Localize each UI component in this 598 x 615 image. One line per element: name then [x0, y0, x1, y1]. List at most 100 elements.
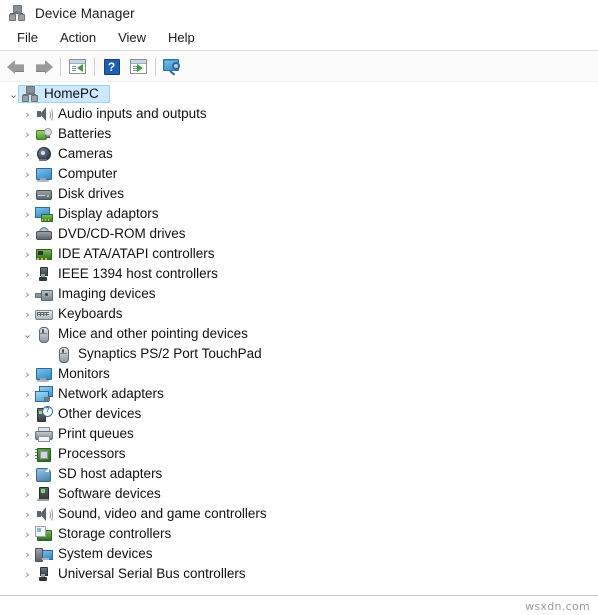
firewire-plug-icon — [35, 266, 51, 282]
device-tree[interactable]: ⌄ HomePC › Audio inputs and outputs › Ba… — [0, 82, 598, 595]
tree-node-label: Imaging devices — [58, 286, 156, 301]
mouse-icon — [35, 326, 51, 343]
tree-node-label: SD host adapters — [58, 466, 163, 481]
tree-node-label: Storage controllers — [58, 526, 172, 541]
chevron-right-icon[interactable]: › — [20, 209, 35, 220]
chevron-right-icon[interactable]: › — [20, 509, 35, 520]
show-hide-console-tree-button[interactable] — [64, 54, 91, 79]
scan-monitor-icon — [162, 58, 183, 76]
tree-node-label: Batteries — [58, 126, 112, 141]
tree-node-monitors[interactable]: › Monitors — [0, 364, 598, 384]
menu-view[interactable]: View — [107, 28, 157, 48]
monitor-icon — [35, 366, 52, 382]
tree-node-ide-ata-atapi-controllers[interactable]: › IDE ATA/ATAPI controllers — [0, 244, 598, 264]
storage-controller-icon — [35, 526, 52, 542]
chevron-right-icon[interactable]: › — [20, 149, 35, 160]
tree-node-label: Computer — [58, 166, 118, 181]
menu-action[interactable]: Action — [49, 28, 107, 48]
chevron-right-icon[interactable]: › — [20, 289, 35, 300]
window-title: Device Manager — [35, 5, 135, 21]
menu-bar: File Action View Help — [0, 26, 598, 51]
chevron-right-icon[interactable]: › — [20, 189, 35, 200]
chevron-right-icon[interactable]: › — [20, 249, 35, 260]
chevron-right-icon[interactable]: › — [20, 409, 35, 420]
tree-node-label: Cameras — [58, 146, 113, 161]
unknown-device-icon: ? — [35, 406, 53, 422]
tree-node-label: Print queues — [58, 426, 134, 441]
tree-node-label: Mice and other pointing devices — [58, 326, 248, 341]
menu-file[interactable]: File — [6, 28, 49, 48]
chevron-right-icon[interactable]: › — [20, 549, 35, 560]
disk-drive-icon — [35, 186, 52, 202]
tree-node-label: Network adapters — [58, 386, 164, 401]
toolbar: ? — [0, 51, 598, 83]
tree-node-mice-and-other-pointing-devices[interactable]: ⌄ Mice and other pointing devices — [0, 324, 598, 344]
tree-node-label: System devices — [58, 546, 153, 561]
chevron-right-icon[interactable]: › — [20, 229, 35, 240]
chevron-right-icon[interactable]: › — [20, 489, 35, 500]
chevron-right-icon[interactable]: › — [20, 109, 35, 120]
tree-node-batteries[interactable]: › Batteries — [0, 124, 598, 144]
back-arrow-icon — [7, 59, 26, 75]
chevron-right-icon[interactable]: › — [20, 309, 35, 320]
chevron-right-icon[interactable]: › — [20, 369, 35, 380]
system-device-icon — [35, 546, 53, 562]
tree-node-root[interactable]: ⌄ HomePC — [0, 84, 598, 104]
tree-node-print-queues[interactable]: › Print queues — [0, 424, 598, 444]
chevron-right-icon[interactable]: › — [20, 389, 35, 400]
back-button[interactable] — [3, 54, 30, 79]
tree-node-display-adaptors[interactable]: › Display adaptors — [0, 204, 598, 224]
chevron-right-icon[interactable]: › — [20, 269, 35, 280]
tree-node-audio-inputs-and-outputs[interactable]: › Audio inputs and outputs — [0, 104, 598, 124]
speaker-icon — [35, 506, 53, 522]
toolbar-separator — [60, 57, 61, 76]
imaging-device-icon — [35, 286, 53, 302]
tree-node-keyboards[interactable]: › Keyboards — [0, 304, 598, 324]
tree-node-network-adapters[interactable]: › Network adapters — [0, 384, 598, 404]
tree-node-dvd-cd-rom-drives[interactable]: › DVD/CD-ROM drives — [0, 224, 598, 244]
tree-node-software-devices[interactable]: › Software devices — [0, 484, 598, 504]
chevron-right-icon[interactable]: › — [20, 429, 35, 440]
tree-node-system-devices[interactable]: › System devices — [0, 544, 598, 564]
tree-node-ieee-1394-host-controllers[interactable]: › IEEE 1394 host controllers — [0, 264, 598, 284]
tree-node-label: Processors — [58, 446, 126, 461]
chevron-right-icon[interactable]: › — [20, 169, 35, 180]
tree-node-synaptics-ps2-port-touchpad[interactable]: Synaptics PS/2 Port TouchPad — [0, 344, 598, 364]
chevron-right-icon[interactable]: › — [20, 469, 35, 480]
tree-node-imaging-devices[interactable]: › Imaging devices — [0, 284, 598, 304]
tree-node-storage-controllers[interactable]: › Storage controllers — [0, 524, 598, 544]
speaker-icon — [35, 106, 53, 122]
chevron-right-icon[interactable]: › — [20, 529, 35, 540]
tree-node-label: DVD/CD-ROM drives — [58, 226, 186, 241]
chevron-down-icon[interactable]: ⌄ — [20, 329, 35, 340]
tree-node-computer[interactable]: › Computer — [0, 164, 598, 184]
printer-icon — [35, 426, 53, 442]
camera-icon — [35, 146, 51, 162]
tree-node-processors[interactable]: › Processors — [0, 444, 598, 464]
tree-node-label: Other devices — [58, 406, 142, 421]
dvd-drive-icon — [35, 226, 52, 242]
software-device-icon — [35, 486, 51, 502]
tree-node-cameras[interactable]: › Cameras — [0, 144, 598, 164]
sd-card-icon — [35, 466, 51, 482]
chevron-right-icon[interactable]: › — [20, 569, 35, 580]
chevron-right-icon[interactable]: › — [20, 449, 35, 460]
tree-node-label: Display adaptors — [58, 206, 159, 221]
properties-button[interactable] — [125, 54, 152, 79]
tree-node-sound-video-and-game-controllers[interactable]: › Sound, video and game controllers — [0, 504, 598, 524]
tree-node-sd-host-adapters[interactable]: › SD host adapters — [0, 464, 598, 484]
tree-node-universal-serial-bus-controllers[interactable]: › Universal Serial Bus controllers — [0, 564, 598, 584]
monitor-icon — [35, 166, 52, 182]
menu-help[interactable]: Help — [157, 28, 206, 48]
toolbar-separator — [155, 57, 156, 76]
ide-controller-icon — [35, 246, 52, 262]
forward-button[interactable] — [30, 54, 57, 79]
scan-hardware-changes-button[interactable] — [159, 54, 186, 79]
processor-icon — [35, 446, 51, 462]
tree-node-disk-drives[interactable]: › Disk drives — [0, 184, 598, 204]
watermark: wsxdn.com — [525, 600, 590, 613]
chevron-right-icon[interactable]: › — [20, 129, 35, 140]
tree-node-other-devices[interactable]: › ? Other devices — [0, 404, 598, 424]
usb-plug-icon — [35, 566, 51, 582]
help-button[interactable]: ? — [98, 54, 125, 79]
